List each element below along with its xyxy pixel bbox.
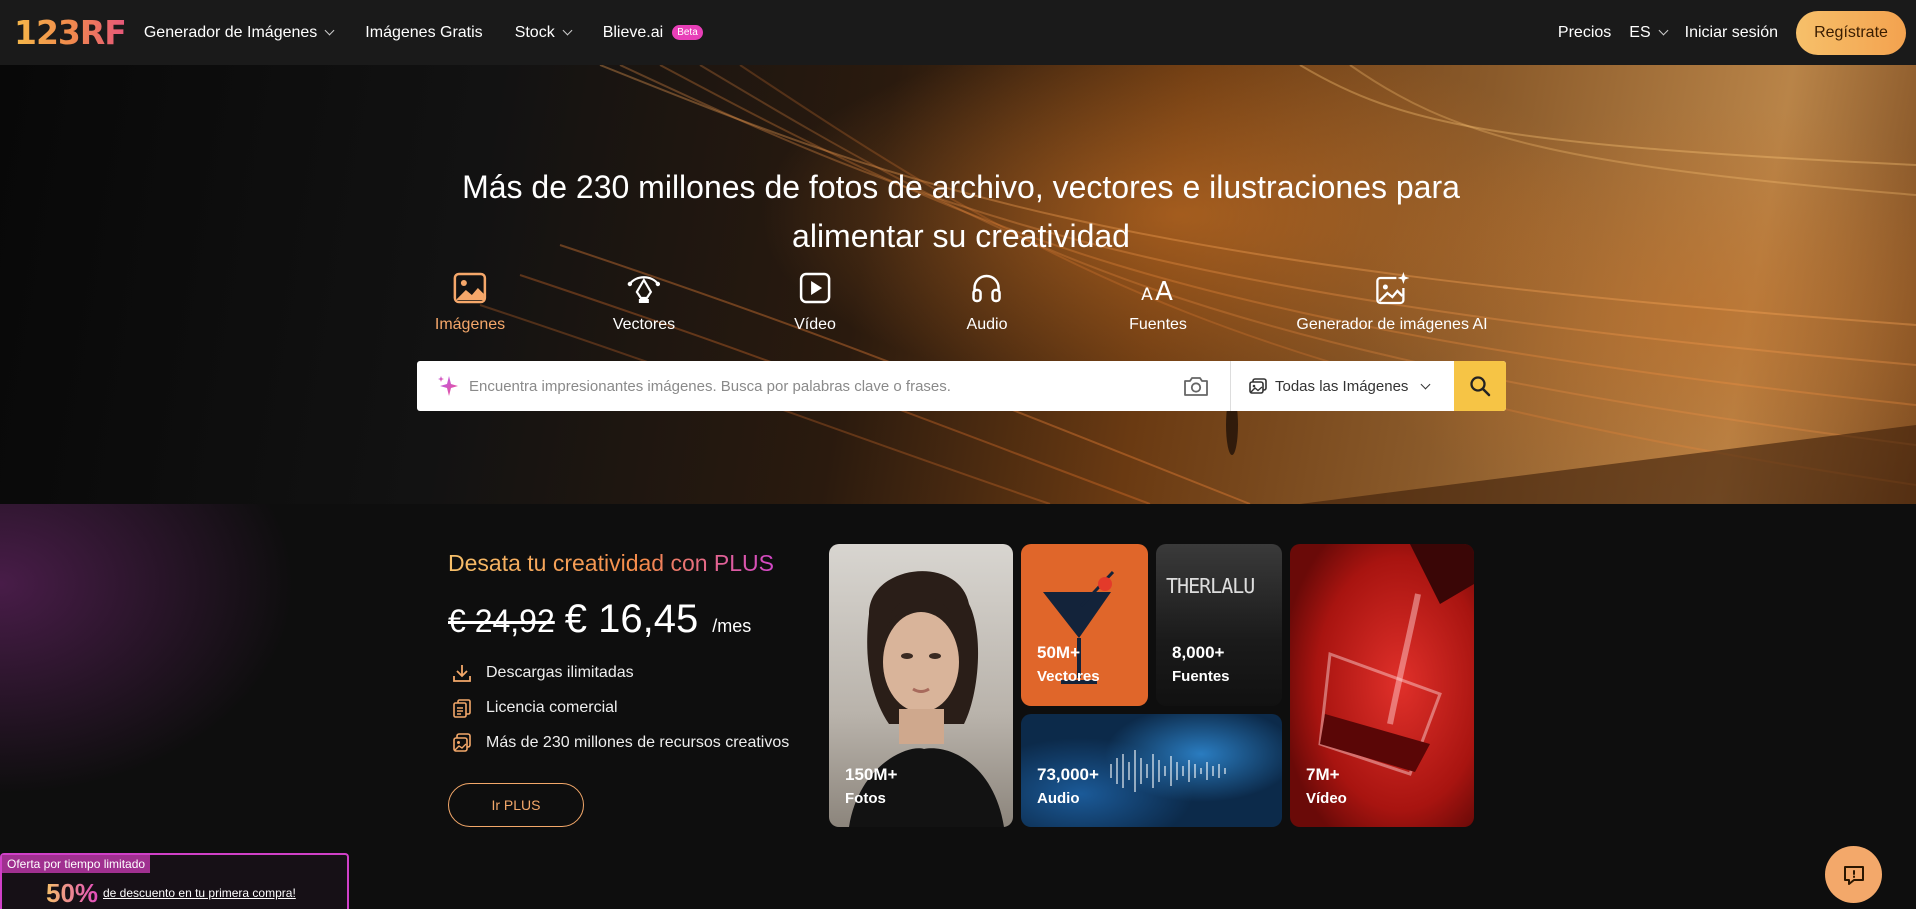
search-button[interactable] (1454, 361, 1506, 411)
svg-text:A: A (1155, 277, 1173, 306)
font-aa-icon: A A (1141, 277, 1173, 306)
tab-ai-image-generator[interactable]: Generador de imágenes AI (1296, 270, 1488, 334)
category-tabs: Imágenes Vectores Vídeo Audio A A Fuente… (0, 270, 1916, 350)
tab-images[interactable]: Imágenes (435, 270, 505, 334)
fonts-tile[interactable]: THERLALU 8,000+ Fuentes (1156, 544, 1282, 706)
hero-title: Más de 230 millones de fotos de archivo,… (0, 163, 1916, 261)
sparkle-icon (438, 376, 458, 396)
video-count: 7M+ (1306, 765, 1340, 784)
vectors-count: 50M+ (1037, 643, 1080, 662)
search-input[interactable] (469, 377, 1149, 395)
camera-search-icon[interactable] (1182, 374, 1210, 398)
image-resources-icon (453, 733, 471, 752)
login-label: Iniciar sesión (1684, 23, 1778, 41)
login-link[interactable]: Iniciar sesión (1685, 24, 1778, 42)
chat-icon (1843, 865, 1864, 885)
old-price: € 24,92 (448, 603, 555, 639)
vectors-tile[interactable]: 50M+ Vectores (1021, 544, 1148, 706)
license-document-icon (453, 699, 471, 718)
nav-pricing-label: Precios (1557, 23, 1612, 41)
nav-menu: Generador de Imágenes Imágenes Gratis St… (144, 24, 735, 42)
photos-label: Fotos (845, 790, 886, 807)
nav-blieve-label: Blieve.ai (602, 23, 664, 41)
vector-pen-icon (627, 276, 661, 303)
offer-tag: Oferta por tiempo limitado (2, 855, 151, 873)
audio-count: 73,000+ (1037, 765, 1099, 784)
svg-text:A: A (1141, 285, 1153, 305)
language-selector[interactable]: ES (1629, 23, 1669, 42)
image-icon (453, 272, 487, 304)
photos-tile[interactable]: 150M+ Fotos (829, 544, 1013, 827)
top-nav: 123RF Generador de Imágenes Imágenes Gra… (0, 0, 1916, 65)
limited-offer-banner[interactable]: Oferta por tiempo limitado 50% de descue… (0, 853, 349, 909)
chevron-down-icon (1658, 25, 1669, 36)
search-icon (1470, 376, 1491, 397)
chat-button[interactable] (1825, 846, 1882, 903)
chevron-down-icon (1420, 379, 1431, 389)
feature-label: Licencia comercial (486, 699, 618, 716)
nav-pricing[interactable]: Precios (1558, 24, 1611, 42)
offer-text-link[interactable]: de descuento en tu primera compra! (103, 886, 296, 900)
offer-percent: 50% (46, 878, 99, 908)
photos-count: 150M+ (845, 765, 898, 784)
tab-vectors[interactable]: Vectores (613, 270, 675, 334)
vectors-label: Vectores (1037, 668, 1100, 685)
search-bar: Todas las Imágenes (417, 361, 1506, 411)
nav-blieve[interactable]: Blieve.ai Beta (603, 24, 703, 42)
nav-image-generator[interactable]: Generador de Imágenes (143, 23, 335, 42)
video-tile[interactable]: 7M+ Vídeo (1290, 544, 1474, 827)
tab-ai-image-generator-label: Generador de imágenes AI (1296, 316, 1488, 333)
feature-unlimited-downloads: Descargas ilimitadas (452, 663, 634, 683)
audio-tile[interactable]: 73,000+ Audio (1021, 714, 1282, 827)
images-stack-icon (1249, 378, 1267, 394)
hero-banner: Más de 230 millones de fotos de archivo,… (0, 65, 1916, 504)
tab-video[interactable]: Vídeo (794, 270, 836, 334)
tab-fonts[interactable]: A A Fuentes (1129, 270, 1187, 334)
ai-image-icon (1375, 272, 1409, 305)
tab-audio-label: Audio (966, 316, 1008, 333)
feature-creative-resources: Más de 230 millones de recursos creativo… (452, 733, 789, 753)
nav-image-generator-label: Generador de Imágenes (143, 23, 318, 41)
chevron-down-icon (562, 25, 573, 36)
tab-fonts-label: Fuentes (1129, 316, 1187, 333)
nav-free-images[interactable]: Imágenes Gratis (365, 24, 482, 42)
hero-title-line1: Más de 230 millones de fotos de archivo,… (462, 169, 1460, 205)
plus-price: € 24,92 € 16,45 /mes (448, 597, 751, 642)
download-icon (453, 665, 471, 682)
page: 123RF Generador de Imágenes Imágenes Gra… (0, 0, 1916, 909)
image-type-select-label: Todas las Imágenes (1275, 377, 1409, 395)
feature-commercial-license: Licencia comercial (452, 698, 618, 718)
logo[interactable]: 123RF (14, 13, 127, 52)
nav-right: Precios ES Iniciar sesión Regístrate (1558, 10, 1916, 55)
nav-stock[interactable]: Stock (514, 23, 573, 42)
hero-title-line2: alimentar su creatividad (792, 218, 1130, 254)
font-sample: THERLALU (1166, 574, 1255, 598)
video-play-icon (799, 272, 831, 304)
chevron-down-icon (324, 25, 335, 36)
promo-title: Desata tu creatividad con PLUS (448, 550, 775, 576)
video-label: Vídeo (1306, 790, 1347, 807)
headphones-icon (972, 274, 1002, 303)
feature-label: Más de 230 millones de recursos creativo… (486, 734, 790, 751)
new-price: € 16,45 (564, 597, 699, 641)
feature-label: Descargas ilimitadas (486, 664, 634, 681)
tab-video-label: Vídeo (794, 316, 836, 333)
register-button[interactable]: Regístrate (1796, 10, 1906, 55)
tab-images-label: Imágenes (434, 316, 506, 333)
tab-audio[interactable]: Audio (966, 270, 1008, 334)
fonts-count: 8,000+ (1172, 643, 1225, 662)
tab-vectors-label: Vectores (612, 316, 676, 333)
language-label: ES (1629, 23, 1651, 41)
nav-free-images-label: Imágenes Gratis (365, 23, 483, 41)
nav-stock-label: Stock (514, 23, 555, 41)
beta-badge: Beta (672, 25, 703, 40)
audio-label: Audio (1037, 790, 1080, 807)
image-type-select[interactable]: Todas las Imágenes (1230, 361, 1454, 411)
go-plus-button[interactable]: Ir PLUS (448, 783, 584, 827)
price-period: /mes (712, 616, 752, 636)
fonts-label: Fuentes (1172, 668, 1230, 685)
